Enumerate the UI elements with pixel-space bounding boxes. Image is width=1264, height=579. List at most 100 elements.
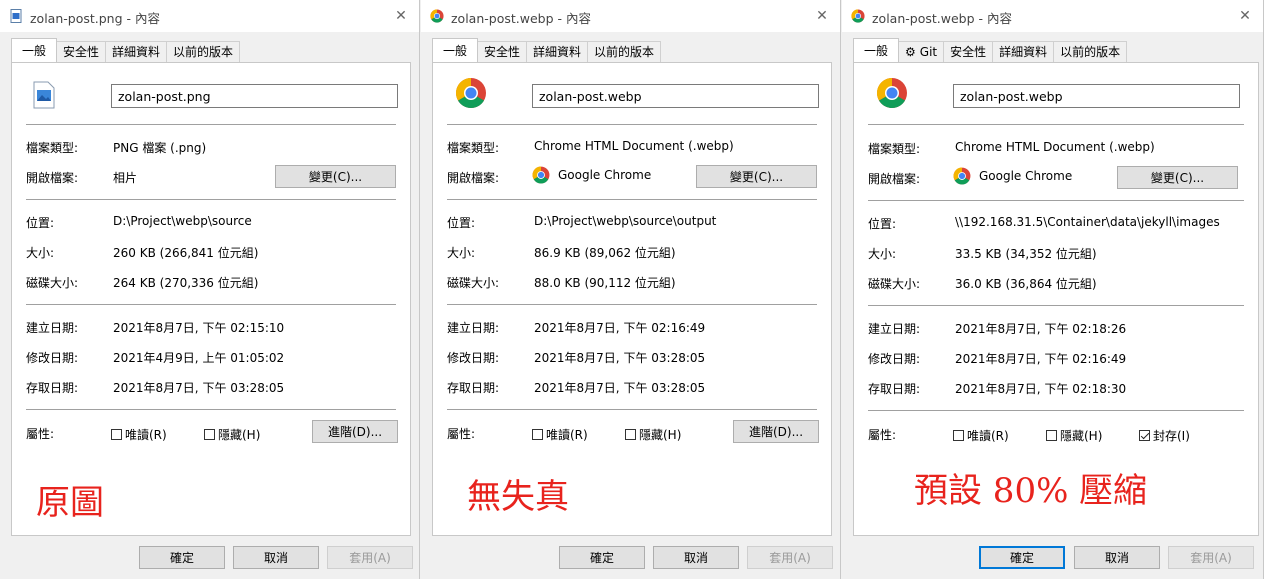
cancel-button[interactable]: 取消 bbox=[653, 546, 739, 569]
accessed-value: 2021年8月7日, 下午 02:18:30 bbox=[955, 382, 1127, 396]
close-button[interactable]: ✕ bbox=[389, 4, 413, 28]
general-panel: 檔案類型: Chrome HTML Document (.webp) 開啟檔案:… bbox=[432, 62, 832, 536]
created-value: 2021年8月7日, 下午 02:15:10 bbox=[113, 321, 285, 335]
apply-button[interactable]: 套用(A) bbox=[747, 546, 833, 569]
chrome-icon bbox=[953, 167, 971, 185]
disk-size-value: 36.0 KB (36,864 位元組) bbox=[955, 277, 1097, 291]
ok-button[interactable]: 確定 bbox=[559, 546, 645, 569]
filename-input[interactable] bbox=[953, 84, 1240, 108]
divider bbox=[447, 409, 817, 410]
tab-general[interactable]: 一般 bbox=[853, 38, 900, 62]
cancel-button[interactable]: 取消 bbox=[233, 546, 319, 569]
checkbox-box[interactable] bbox=[1046, 430, 1057, 441]
file-type-label: 檔案類型: bbox=[26, 141, 79, 155]
tab-security[interactable]: 安全性 bbox=[943, 41, 994, 62]
divider bbox=[447, 199, 817, 200]
tab-details[interactable]: 詳細資料 bbox=[992, 41, 1055, 62]
opens-with-app-name: Google Chrome bbox=[979, 169, 1073, 183]
size-value: 86.9 KB (89,062 位元組) bbox=[534, 246, 676, 260]
readonly-checkbox[interactable]: 唯讀(R) bbox=[111, 426, 167, 443]
divider bbox=[26, 304, 396, 305]
hidden-checkbox[interactable]: 隱藏(H) bbox=[1046, 427, 1102, 444]
file-type-label: 檔案類型: bbox=[447, 141, 500, 155]
tab-git-label: Git bbox=[919, 45, 938, 59]
filename-input[interactable] bbox=[532, 84, 819, 108]
window-title: zolan-post.png - 內容 bbox=[30, 11, 160, 26]
tab-previous-versions[interactable]: 以前的版本 bbox=[587, 41, 662, 62]
accessed-label: 存取日期: bbox=[26, 381, 79, 395]
tab-git[interactable]: ⚙ Git bbox=[898, 41, 945, 62]
close-button[interactable]: ✕ bbox=[810, 4, 834, 28]
hidden-checkbox[interactable]: 隱藏(H) bbox=[625, 426, 681, 443]
checkbox-box[interactable] bbox=[625, 429, 636, 440]
checkbox-box[interactable] bbox=[111, 429, 122, 440]
readonly-label: 唯讀(R) bbox=[125, 428, 167, 442]
tab-details[interactable]: 詳細資料 bbox=[526, 41, 589, 62]
size-label: 大小: bbox=[447, 246, 476, 260]
close-button[interactable]: ✕ bbox=[1233, 4, 1257, 28]
tab-general[interactable]: 一般 bbox=[432, 38, 479, 62]
tab-details[interactable]: 詳細資料 bbox=[105, 41, 168, 62]
attributes-label: 屬性: bbox=[26, 427, 55, 441]
change-button[interactable]: 變更(C)... bbox=[275, 165, 396, 188]
apply-button[interactable]: 套用(A) bbox=[327, 546, 413, 569]
chrome-icon bbox=[851, 9, 865, 23]
chrome-icon bbox=[455, 78, 486, 109]
opens-with-label: 開啟檔案: bbox=[26, 171, 79, 185]
modified-value: 2021年8月7日, 下午 02:16:49 bbox=[955, 352, 1127, 366]
general-panel: 檔案類型: Chrome HTML Document (.webp) 開啟檔案:… bbox=[853, 62, 1259, 536]
accessed-label: 存取日期: bbox=[868, 382, 921, 396]
git-gear-icon: ⚙ bbox=[905, 45, 916, 59]
location-value: D:\Project\webp\source bbox=[113, 214, 252, 228]
checkbox-box-checked[interactable] bbox=[1139, 430, 1150, 441]
tab-security[interactable]: 安全性 bbox=[56, 41, 107, 62]
change-button[interactable]: 變更(C)... bbox=[1117, 166, 1238, 189]
disk-size-value: 88.0 KB (90,112 位元組) bbox=[534, 276, 676, 290]
apply-button[interactable]: 套用(A) bbox=[1168, 546, 1254, 569]
readonly-checkbox[interactable]: 唯讀(R) bbox=[532, 426, 588, 443]
checkbox-box[interactable] bbox=[532, 429, 543, 440]
divider bbox=[868, 305, 1244, 306]
divider bbox=[868, 124, 1244, 125]
opens-with-label: 開啟檔案: bbox=[447, 171, 500, 185]
change-button[interactable]: 變更(C)... bbox=[696, 165, 817, 188]
attributes-label: 屬性: bbox=[447, 427, 476, 441]
tab-strip: 一般 安全性 詳細資料 以前的版本 bbox=[432, 38, 662, 62]
tab-previous-versions[interactable]: 以前的版本 bbox=[1053, 41, 1128, 62]
advanced-button[interactable]: 進階(D)... bbox=[312, 420, 398, 443]
tab-security[interactable]: 安全性 bbox=[477, 41, 528, 62]
tab-previous-versions[interactable]: 以前的版本 bbox=[166, 41, 241, 62]
readonly-label: 唯讀(R) bbox=[546, 428, 588, 442]
file-type-label: 檔案類型: bbox=[868, 142, 921, 156]
ok-button[interactable]: 確定 bbox=[139, 546, 225, 569]
readonly-checkbox[interactable]: 唯讀(R) bbox=[953, 427, 1009, 444]
general-panel: 檔案類型: PNG 檔案 (.png) 開啟檔案: 相片 變更(C)... 位置… bbox=[11, 62, 411, 536]
png-file-icon bbox=[10, 9, 22, 23]
divider bbox=[868, 410, 1244, 411]
opens-with-value: Google Chrome bbox=[953, 167, 1072, 185]
modified-value: 2021年8月7日, 下午 03:28:05 bbox=[534, 351, 706, 365]
archive-checkbox[interactable]: 封存(I) bbox=[1139, 427, 1190, 444]
close-icon: ✕ bbox=[1239, 8, 1251, 24]
hidden-label: 隱藏(H) bbox=[218, 428, 261, 442]
advanced-button[interactable]: 進階(D)... bbox=[733, 420, 819, 443]
file-type-value: Chrome HTML Document (.webp) bbox=[534, 139, 734, 153]
checkbox-box[interactable] bbox=[204, 429, 215, 440]
hidden-checkbox[interactable]: 隱藏(H) bbox=[204, 426, 260, 443]
file-type-value: PNG 檔案 (.png) bbox=[113, 141, 207, 155]
annotation-note: 原圖 bbox=[36, 483, 104, 523]
opens-with-value: 相片 bbox=[113, 171, 138, 185]
checkbox-box[interactable] bbox=[953, 430, 964, 441]
ok-button[interactable]: 確定 bbox=[979, 546, 1065, 569]
cancel-button[interactable]: 取消 bbox=[1074, 546, 1160, 569]
window-title: zolan-post.webp - 內容 bbox=[872, 11, 1012, 26]
tab-general[interactable]: 一般 bbox=[11, 38, 58, 62]
size-value: 260 KB (266,841 位元組) bbox=[113, 246, 259, 260]
window-title: zolan-post.webp - 內容 bbox=[451, 11, 591, 26]
disk-size-label: 磁碟大小: bbox=[26, 276, 79, 290]
chrome-icon bbox=[876, 78, 907, 109]
title-bar: zolan-post.png - 內容 ✕ bbox=[0, 0, 419, 32]
tab-strip: 一般 ⚙ Git 安全性 詳細資料 以前的版本 bbox=[853, 38, 1128, 62]
created-label: 建立日期: bbox=[868, 322, 921, 336]
filename-input[interactable] bbox=[111, 84, 398, 108]
